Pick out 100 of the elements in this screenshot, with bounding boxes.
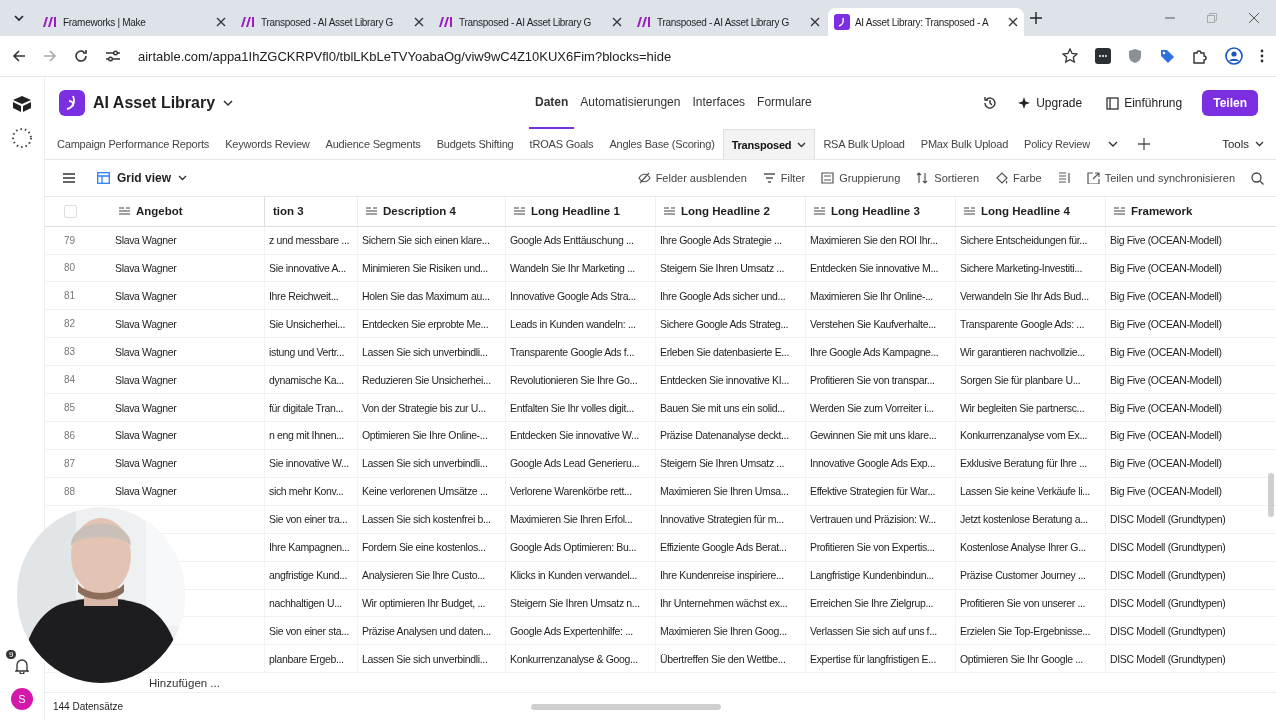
table-cell: Präzise Analysen und daten... [362,624,491,637]
table-tab[interactable]: Campaign Performance Reports [49,129,218,159]
toolbar-action[interactable] [1057,172,1071,184]
menu-icon[interactable] [63,173,75,183]
table-cell: Minimieren Sie Risiken und... [362,261,488,274]
view-switcher[interactable]: Grid view [97,171,188,185]
more-icon[interactable] [1260,49,1264,63]
profile-icon[interactable] [1225,47,1243,65]
home-logo-icon[interactable] [12,95,32,113]
close-icon[interactable] [216,17,226,27]
column-header[interactable]: Long Headline 4 [956,197,1106,226]
extensions-puzzle-icon[interactable] [1192,48,1208,64]
row-number: 80 [64,262,76,274]
column-header[interactable]: Long Headline 2 [656,197,806,226]
close-icon[interactable] [414,17,424,27]
table-cell: Klicks in Kunden verwandel... [510,569,637,582]
toolbar-action[interactable]: Farbe [995,172,1042,184]
bookmark-star-icon[interactable] [1062,48,1078,64]
guide-button[interactable]: Einführung [1102,92,1187,114]
toolbar-action[interactable]: Sortieren [916,172,979,184]
toolbar-action[interactable]: Teilen und synchronisieren [1086,172,1235,184]
table-tab[interactable]: Keywords Review [217,129,318,159]
close-icon[interactable] [1008,17,1018,27]
table-tab[interactable]: RSA Bulk Upload [815,129,913,159]
site-settings-icon[interactable] [105,49,121,63]
table-cell: n eng mit Ihnen... [269,429,344,442]
nav-tab[interactable]: Automatisierungen [574,77,687,129]
chevron-down-icon[interactable] [1107,140,1118,148]
back-icon[interactable] [12,49,26,63]
table-cell: Wir optimieren Ihr Budget, ... [362,597,486,609]
table-tab[interactable]: Angles Base (Scoring) [601,129,723,159]
tools-menu[interactable]: Tools [1210,129,1276,159]
table-cell: Sichere Marketing-Investiti... [960,261,1082,274]
close-icon[interactable] [1248,12,1260,24]
browser-tab[interactable]: Transposed - AI Asset Library G [234,8,430,36]
browser-tab[interactable]: Transposed - AI Asset Library G [630,8,826,36]
browser-tab[interactable]: Transposed - AI Asset Library G [432,8,628,36]
address-field[interactable]: airtable.com/appa1IhZGCKRPVfl0/tblLKbLeTVYoabaOg/viw9wC4Z10KUX6Fim?blocks=hide [138,48,1045,64]
table-cell: Big Five (OCEAN-Modell) [1110,401,1222,414]
table-cell: DISC Modell (Grundtypen) [1110,624,1226,637]
text-field-icon [514,206,525,216]
filter-icon [762,172,776,184]
history-icon[interactable] [983,96,998,110]
table-cell: Keine verlorenen Umsätze ... [362,485,488,498]
new-tab-icon[interactable] [1030,12,1042,24]
browser-tab[interactable]: AI Asset Library: Transposed - A [828,8,1024,36]
table-tab[interactable]: Transposed [722,129,816,159]
table-tab[interactable]: Audience Segments [317,129,429,159]
table-cell: istung und Vertr... [269,345,345,358]
nav-tab[interactable]: Formulare [751,77,818,129]
toolbar-action[interactable]: Gruppierung [821,172,901,184]
chevron-down-icon[interactable] [223,99,234,107]
make-logo-icon [42,16,58,28]
table-tab[interactable]: tROAS Goals [521,129,602,159]
table-cell: Big Five (OCEAN-Modell) [1110,234,1222,247]
share-button[interactable]: Teilen [1202,90,1258,116]
tag-icon[interactable] [1159,48,1175,64]
upgrade-button[interactable]: Upgrade [1013,92,1087,114]
table-cell: Steigern Sie Ihren Umsatz ... [660,457,785,470]
nav-tab[interactable]: Daten [529,77,575,129]
table-cell: Maximieren Sie den ROI Ihr... [810,234,938,247]
search-icon[interactable] [1251,171,1264,185]
table-cell: Ihr Unternehmen wächst ex... [660,597,788,609]
table-cell: Sie von einer tra... [269,513,348,526]
text-field-icon [1114,206,1125,216]
table-cell: Entdecken Sie erprobte Me... [362,317,489,330]
table-cell: Von der Strategie bis zur U... [362,401,486,414]
table-cell: Slava Wagner [115,317,177,330]
close-icon[interactable] [810,17,820,27]
shield-icon[interactable] [1128,48,1142,64]
base-name[interactable]: AI Asset Library [93,94,216,112]
toolbar-action[interactable]: Felder ausblenden [637,172,747,184]
table-tab[interactable]: Policy Review [1016,129,1098,159]
close-icon[interactable] [612,17,622,27]
horizontal-scrollbar[interactable] [531,703,721,710]
table-cell: Reduzieren Sie Unsicherhei... [362,373,491,386]
user-avatar[interactable]: S [11,688,33,710]
column-header[interactable]: Description 4 [358,197,506,226]
toolbar-action[interactable]: Filter [762,172,806,184]
base-logo-icon[interactable] [59,90,85,116]
column-header[interactable]: Long Headline 3 [806,197,956,226]
column-header[interactable]: tion 3 [265,197,358,226]
reload-icon[interactable] [74,49,88,63]
browser-tab[interactable]: Frameworks | Make [36,8,232,36]
extension-icon[interactable] [1095,48,1111,64]
table-cell: Lassen Sie sich kostenfrei b... [362,513,491,526]
nav-tab[interactable]: Interfaces [686,77,752,129]
notification-bell-icon[interactable] [15,658,29,674]
add-record-link[interactable]: Hinzufügen ... [149,676,220,689]
add-table-icon[interactable] [1137,138,1150,150]
column-header[interactable]: Angebot [111,197,265,226]
column-header[interactable]: Framework [1106,197,1276,226]
select-all-checkbox[interactable] [64,204,77,218]
table-cell: Lassen Sie sich unverbindli... [362,457,488,470]
table-cell: angfristige Kund... [269,569,347,582]
table-tab[interactable]: Budgets Shifting [428,129,522,159]
vertical-scrollbar[interactable] [1268,473,1274,517]
chevron-down-icon[interactable] [797,141,807,148]
table-tab[interactable]: PMax Bulk Upload [912,129,1017,159]
column-header[interactable]: Long Headline 1 [506,197,656,226]
